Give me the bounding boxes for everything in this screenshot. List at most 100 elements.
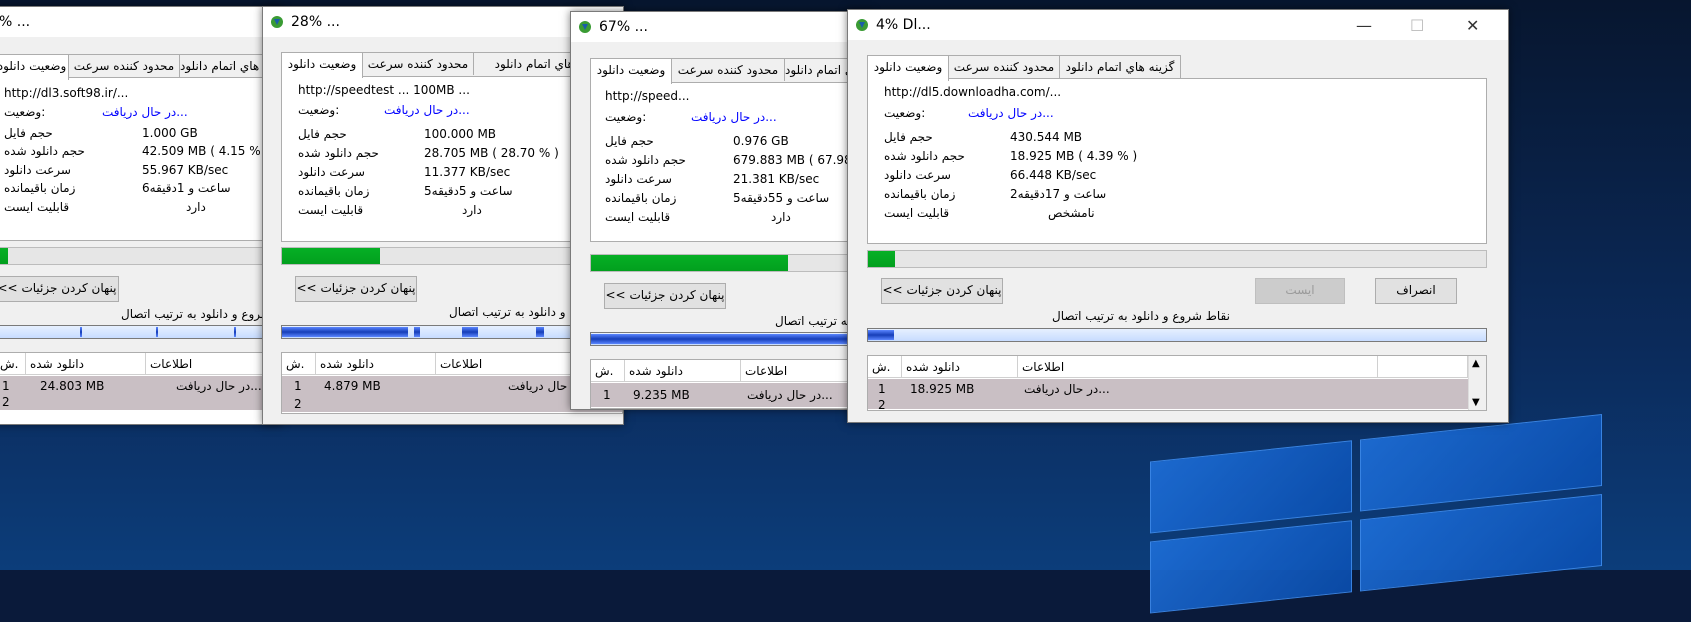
column-header-info[interactable]: اطلاعات (1018, 356, 1378, 378)
connections-table[interactable]: ش. دانلود شده اطلاعات 1 18.925 MB در حال… (867, 355, 1487, 411)
resume-label: قابلیت ایست (4, 200, 70, 214)
progress-fill (0, 248, 9, 264)
file-size-value: 0.976 GB (733, 134, 789, 148)
speed-value: 55.967 KB/sec (142, 163, 229, 177)
title-bar[interactable]: 28% ... (263, 7, 623, 37)
segment (414, 327, 420, 337)
row-number: 1 (294, 379, 302, 393)
time-left-value: 6ساعت و 1دقیقه (142, 181, 231, 195)
downloaded-value: 42.509 MB ( 4.15 % ) (142, 144, 270, 158)
resume-value: نامشخص (1048, 206, 1095, 220)
file-size-label: حجم فایل (605, 134, 654, 148)
url-text: http://dl5.downloadha.com/... (884, 85, 1062, 99)
time-left-label: زمان باقیمانده (298, 184, 370, 198)
row-number: 1 (603, 388, 611, 402)
file-size-value: 430.544 MB (1010, 130, 1083, 144)
cancel-button[interactable]: انصراف (1375, 278, 1457, 304)
status-label: وضعیت: (605, 110, 647, 124)
tab-completion-options[interactable]: گزینه هاي اتمام دانلود (1059, 55, 1181, 78)
tab-speed-limiter[interactable]: محدود کننده سرعت (671, 58, 785, 81)
speed-label: سرعت دانلود (4, 163, 71, 177)
row-downloaded: 18.925 MB (910, 382, 975, 396)
tab-download-status[interactable]: وضعیت دانلود (0, 54, 69, 80)
table-row[interactable]: 1 18.925 MB در حال دریافت... 2 (868, 379, 1468, 410)
status-value: در حال دریافت... (968, 106, 1054, 120)
tab-speed-limiter[interactable]: محدود کننده سرعت (68, 54, 180, 77)
tab-speed-limiter[interactable]: محدود کننده سرعت (362, 52, 474, 75)
window-title: 67% ... (599, 19, 648, 35)
resume-label: قابلیت ایست (605, 210, 671, 224)
title-bar[interactable]: 67% ... (571, 12, 871, 42)
row-number: 2 (2, 395, 10, 409)
column-header-number[interactable]: ش. (591, 360, 625, 382)
idm-app-icon (271, 16, 283, 28)
time-left-value: 2ساعت و 17دقیقه (1010, 187, 1107, 201)
column-header-number[interactable]: ش. (868, 356, 902, 378)
hide-details-button[interactable]: << پنهان کردن جزئیات (295, 276, 417, 302)
resume-label: قابلیت ایست (298, 203, 364, 217)
segment (536, 327, 544, 337)
resume-value: دارد (462, 203, 482, 217)
column-header-downloaded[interactable]: دانلود شده (625, 360, 741, 382)
status-value: در حال دریافت... (691, 110, 777, 124)
pause-button[interactable]: ایست (1255, 278, 1345, 304)
window-title: % ... (0, 14, 31, 30)
window-title: 28% ... (291, 14, 340, 30)
downloaded-label: حجم دانلود شده (298, 146, 379, 160)
speed-value: 66.448 KB/sec (1010, 168, 1097, 182)
title-bar[interactable]: 4% Dl... — ☐ ✕ (848, 10, 1508, 40)
url-text: http://speedtest ... 100MB ... (298, 83, 470, 97)
hide-details-button[interactable]: << پنهان کردن جزئیات (604, 283, 726, 309)
table-row[interactable]: 1 24.803 MB در حال دریافت... 2 (0, 376, 281, 410)
row-downloaded: 9.235 MB (633, 388, 690, 402)
progress-fill (591, 255, 789, 271)
column-header-number[interactable]: ش. (282, 353, 316, 375)
progress-bar (0, 247, 281, 265)
column-header-downloaded[interactable]: دانلود شده (26, 353, 146, 375)
downloaded-value: 679.883 MB ( 67.98 (733, 153, 852, 167)
tab-speed-limiter[interactable]: محدود کننده سرعت (948, 55, 1060, 78)
window-title: 4% Dl... (876, 17, 931, 33)
download-window-3[interactable]: 67% ... وضعیت دانلود محدود کننده سرعت گز… (570, 11, 872, 410)
hide-details-button[interactable]: << پنهان کردن جزئیات (0, 276, 119, 302)
speed-label: سرعت دانلود (298, 165, 365, 179)
status-panel: http://dl3.soft98.ir/... وضعیت: در حال د… (0, 77, 281, 241)
maximize-button[interactable]: ☐ (1410, 16, 1424, 35)
segment (156, 327, 158, 337)
tab-download-status[interactable]: وضعیت دانلود (867, 55, 949, 81)
progress-fill (868, 251, 896, 267)
segments-bar (0, 325, 281, 339)
time-left-label: زمان باقیمانده (4, 181, 76, 195)
column-header-downloaded[interactable]: دانلود شده (902, 356, 1018, 378)
time-left-label: زمان باقیمانده (884, 187, 956, 201)
tab-download-status[interactable]: وضعیت دانلود (590, 58, 672, 84)
downloaded-value: 28.705 MB ( 28.70 % ) (424, 146, 559, 160)
segments-label: نقاط شروع و دانلود به ترتیب اتصال (1052, 309, 1230, 323)
column-header-spacer (1378, 356, 1468, 378)
row-info: در حال دریافت... (176, 379, 262, 393)
title-bar[interactable]: % ... (0, 7, 281, 37)
download-window-1[interactable]: % ... وضعیت دانلود محدود کننده سرعت گزین… (0, 6, 282, 425)
scroll-up-icon[interactable]: ▲ (1472, 358, 1480, 369)
close-button[interactable]: ✕ (1466, 16, 1479, 35)
file-size-label: حجم فایل (4, 126, 53, 140)
row-info: در حال دریافت... (747, 388, 833, 402)
table-scrollbar[interactable]: ▲ ▼ (1468, 356, 1486, 410)
connections-table[interactable]: ش. دانلود شده اطلاعات 1 24.803 MB در حال… (0, 352, 281, 424)
row-number: 2 (294, 397, 302, 411)
column-header-downloaded[interactable]: دانلود شده (316, 353, 436, 375)
speed-label: سرعت دانلود (605, 172, 672, 186)
segment (462, 327, 478, 337)
table-row[interactable]: 1 9.235 MB در حال دریافت... (591, 383, 871, 407)
hide-details-button[interactable]: << پنهان کردن جزئیات (881, 278, 1003, 304)
scroll-down-icon[interactable]: ▼ (1472, 397, 1480, 408)
tab-download-status[interactable]: وضعیت دانلود (281, 52, 363, 78)
downloaded-label: حجم دانلود شده (605, 153, 686, 167)
download-window-4[interactable]: 4% Dl... — ☐ ✕ وضعیت دانلود محدود کننده … (847, 9, 1509, 423)
status-label: وضعیت: (298, 103, 340, 117)
status-value: در حال دریافت... (102, 105, 188, 119)
row-info: در حال دریافت... (1024, 382, 1110, 396)
minimize-button[interactable]: — (1356, 16, 1372, 35)
connections-table[interactable]: ش. دانلود شده اطلاعات 1 9.235 MB در حال … (590, 359, 871, 409)
column-header-number[interactable]: ش. (0, 353, 26, 375)
